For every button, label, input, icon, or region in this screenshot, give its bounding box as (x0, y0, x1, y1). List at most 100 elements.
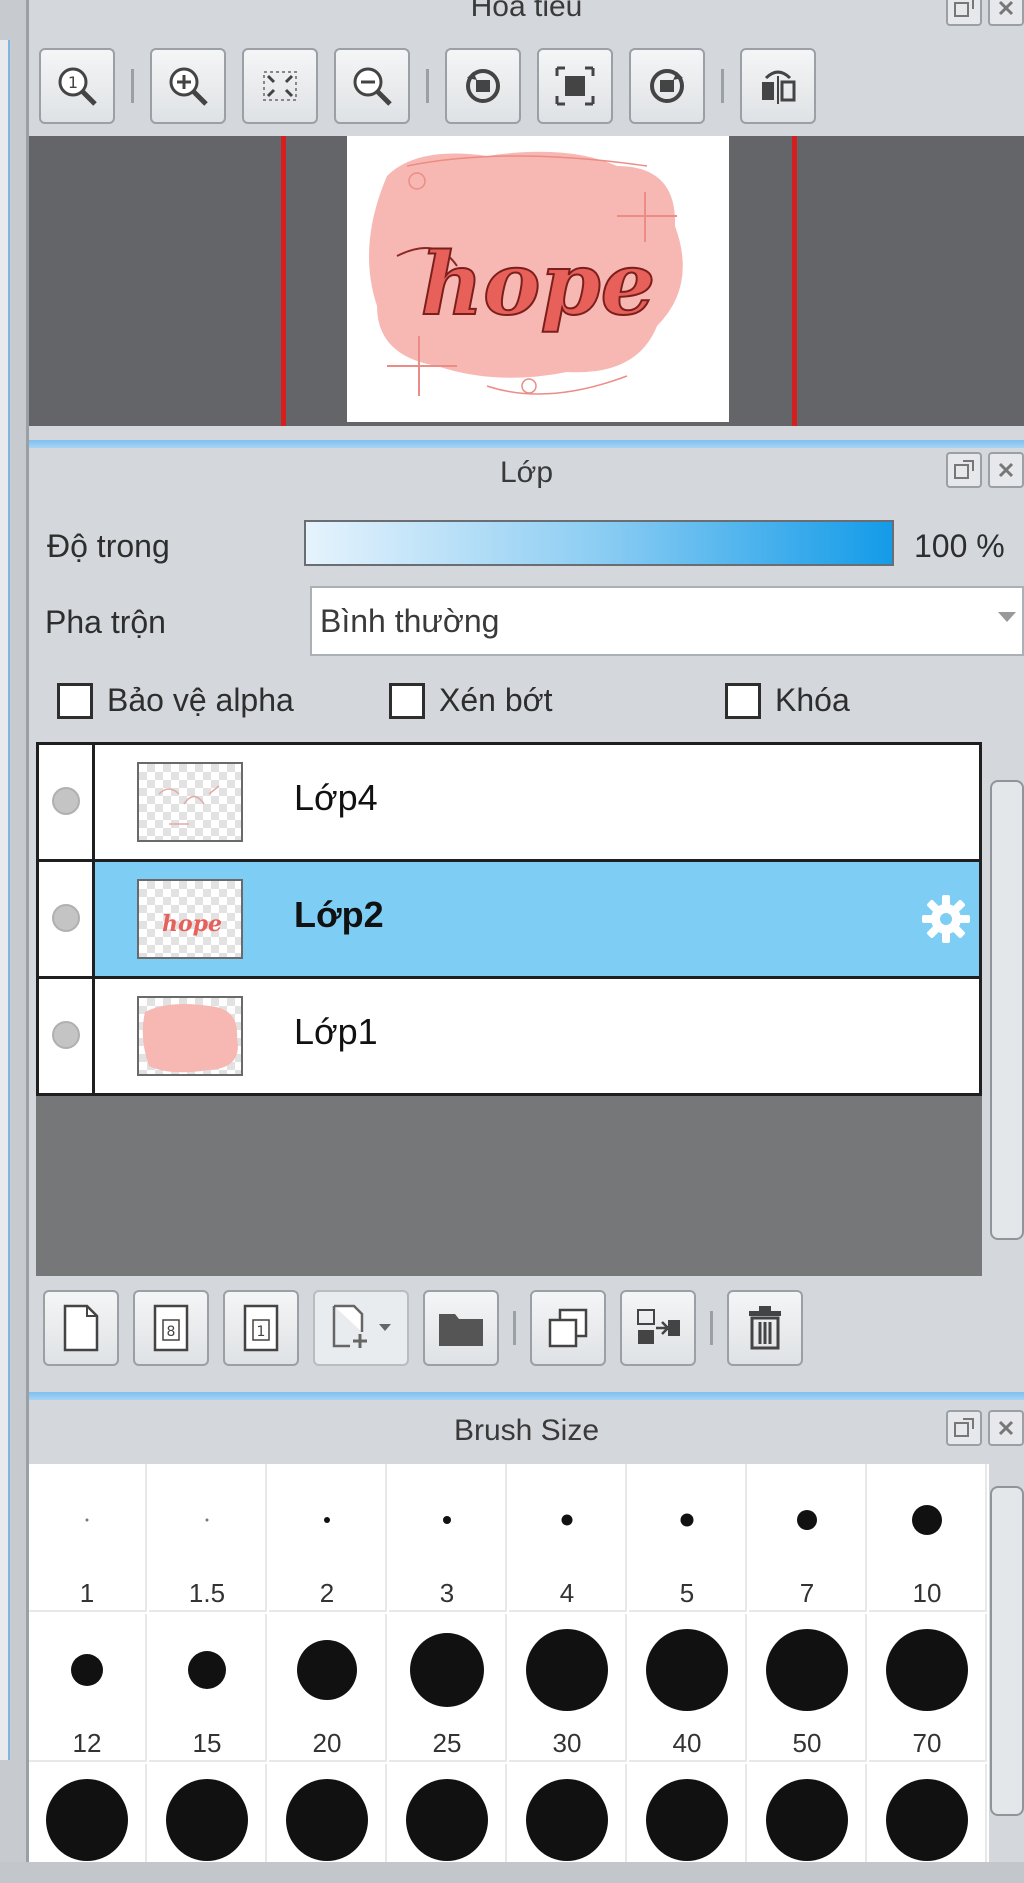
close-panel-icon[interactable] (988, 1410, 1024, 1446)
layer-row-selected[interactable]: hope Lớp2 (36, 859, 982, 979)
brush-dot-icon (680, 1513, 694, 1527)
visibility-dot-icon (52, 904, 80, 932)
brush-size-option[interactable]: 7 (749, 1464, 867, 1612)
toolbar-separator (513, 1311, 516, 1345)
visibility-toggle[interactable] (39, 979, 95, 1093)
reset-rotation-icon[interactable] (537, 48, 613, 124)
layer-row[interactable]: Lớp1 (36, 976, 982, 1096)
brush-size-option[interactable]: 40 (629, 1614, 747, 1762)
flip-horizontal-icon[interactable] (740, 48, 816, 124)
icon-glyph: 8 (167, 1324, 176, 1340)
brush-size-option[interactable]: 4 (509, 1464, 627, 1612)
brush-size-option[interactable]: 20 (269, 1614, 387, 1762)
toolbar-separator (721, 69, 724, 103)
brush-size-option[interactable]: 3 (389, 1464, 507, 1612)
brush-window-buttons (946, 1410, 1024, 1446)
brush-size-option[interactable]: 70 (869, 1614, 987, 1762)
close-panel-icon[interactable] (988, 0, 1024, 26)
add-layer-dropdown-icon[interactable] (313, 1290, 409, 1366)
checkbox-box[interactable] (725, 682, 761, 719)
layer-list-scrollbar[interactable] (986, 744, 1024, 1280)
navigator-toolbar: 1 (39, 46, 816, 126)
brush-size-label: 2 (319, 1578, 335, 1608)
brush-size-option[interactable]: 50 (749, 1614, 867, 1762)
rotate-right-icon[interactable] (629, 48, 705, 124)
layer-list: Lớp4 hope Lớp2 Lớp1 (36, 742, 982, 1276)
brush-size-label: 40 (672, 1728, 702, 1758)
checkbox-box[interactable] (389, 682, 425, 719)
checkbox-box[interactable] (57, 682, 93, 719)
zoom-reset-icon[interactable]: 1 (39, 48, 115, 124)
brush-dot-icon (85, 1518, 89, 1522)
app-root: Hoa tiêu 1 hope Lớp Độ trong 100 % Pha t… (0, 0, 1024, 1883)
lock-label: Khóa (775, 682, 850, 718)
close-panel-icon[interactable] (988, 452, 1024, 488)
panel-drag-bar[interactable] (29, 1392, 1024, 1400)
brush-grid-scrollbar[interactable] (990, 1464, 1024, 1883)
bottom-edge (0, 1862, 1024, 1883)
new-8bit-layer-icon[interactable]: 8 (133, 1290, 209, 1366)
scrollbar-thumb[interactable] (990, 1486, 1024, 1816)
brush-dot-icon (205, 1518, 209, 1522)
gear-icon[interactable] (919, 892, 973, 946)
brush-size-label: 25 (432, 1728, 462, 1758)
brush-size-option[interactable]: 30 (509, 1614, 627, 1762)
layer-name: Lớp1 (294, 1011, 378, 1052)
delete-layer-icon[interactable] (727, 1290, 803, 1366)
visibility-toggle[interactable] (39, 862, 95, 976)
zoom-out-icon[interactable] (334, 48, 410, 124)
new-layer-icon[interactable] (43, 1290, 119, 1366)
brush-dot-icon (561, 1514, 573, 1526)
rotate-left-icon[interactable] (445, 48, 521, 124)
lock-checkbox[interactable]: Khóa (725, 682, 850, 719)
layer-thumbnail: hope (137, 879, 243, 959)
brush-size-option[interactable]: 5 (629, 1464, 747, 1612)
brush-dot-icon (526, 1779, 608, 1861)
merge-down-icon[interactable] (620, 1290, 696, 1366)
new-1bit-layer-icon[interactable]: 1 (223, 1290, 299, 1366)
new-folder-icon[interactable] (423, 1290, 499, 1366)
brush-dot-icon (797, 1510, 817, 1530)
scrollbar-thumb[interactable] (990, 780, 1024, 1240)
chevron-down-icon (998, 612, 1016, 622)
left-gutter (0, 0, 29, 1883)
brush-size-option[interactable]: 12 (29, 1614, 147, 1762)
brush-size-option[interactable]: 1 (29, 1464, 147, 1612)
brush-size-option[interactable]: 1.5 (149, 1464, 267, 1612)
layer-window-buttons (946, 452, 1024, 488)
brush-size-option[interactable]: 2 (269, 1464, 387, 1612)
brush-dot-icon (324, 1517, 330, 1523)
navigator-preview[interactable]: hope (29, 136, 1024, 426)
brush-dot-icon (166, 1779, 248, 1861)
brush-dot-icon (297, 1640, 357, 1700)
brush-size-label: 30 (552, 1728, 582, 1758)
fit-screen-icon[interactable] (242, 48, 318, 124)
zoom-in-icon[interactable] (150, 48, 226, 124)
visibility-dot-icon (52, 1021, 80, 1049)
brush-size-option[interactable]: 15 (149, 1614, 267, 1762)
brush-size-label: 1.5 (188, 1578, 226, 1608)
alpha-protect-label: Bảo vệ alpha (107, 682, 294, 718)
float-panel-icon[interactable] (946, 452, 982, 488)
brush-dot-icon (766, 1629, 848, 1711)
float-panel-icon[interactable] (946, 0, 982, 26)
toolbar-separator (131, 69, 134, 103)
brush-size-option[interactable]: 10 (869, 1464, 987, 1612)
panel-drag-bar[interactable] (29, 440, 1024, 448)
clipping-checkbox[interactable]: Xén bớt (389, 682, 553, 719)
layer-name: Lớp4 (294, 777, 378, 818)
layer-row[interactable]: Lớp4 (36, 742, 982, 862)
alpha-protect-checkbox[interactable]: Bảo vệ alpha (57, 682, 294, 719)
brush-size-option[interactable]: 25 (389, 1614, 507, 1762)
visibility-toggle[interactable] (39, 745, 95, 859)
opacity-slider[interactable] (304, 520, 894, 566)
brush-dot-icon (646, 1779, 728, 1861)
opacity-label: Độ trong (47, 528, 170, 564)
duplicate-layer-icon[interactable] (530, 1290, 606, 1366)
brush-size-panel: Brush Size 1 1.5 2 3 4 5 7 10 12 15 20 25 30 40 50 70 (29, 1392, 1024, 1883)
float-panel-icon[interactable] (946, 1410, 982, 1446)
blend-mode-select[interactable]: Bình thường (310, 586, 1024, 656)
brush-dot-icon (71, 1654, 103, 1686)
clipping-label: Xén bớt (439, 682, 553, 718)
layer-thumbnail (137, 762, 243, 842)
